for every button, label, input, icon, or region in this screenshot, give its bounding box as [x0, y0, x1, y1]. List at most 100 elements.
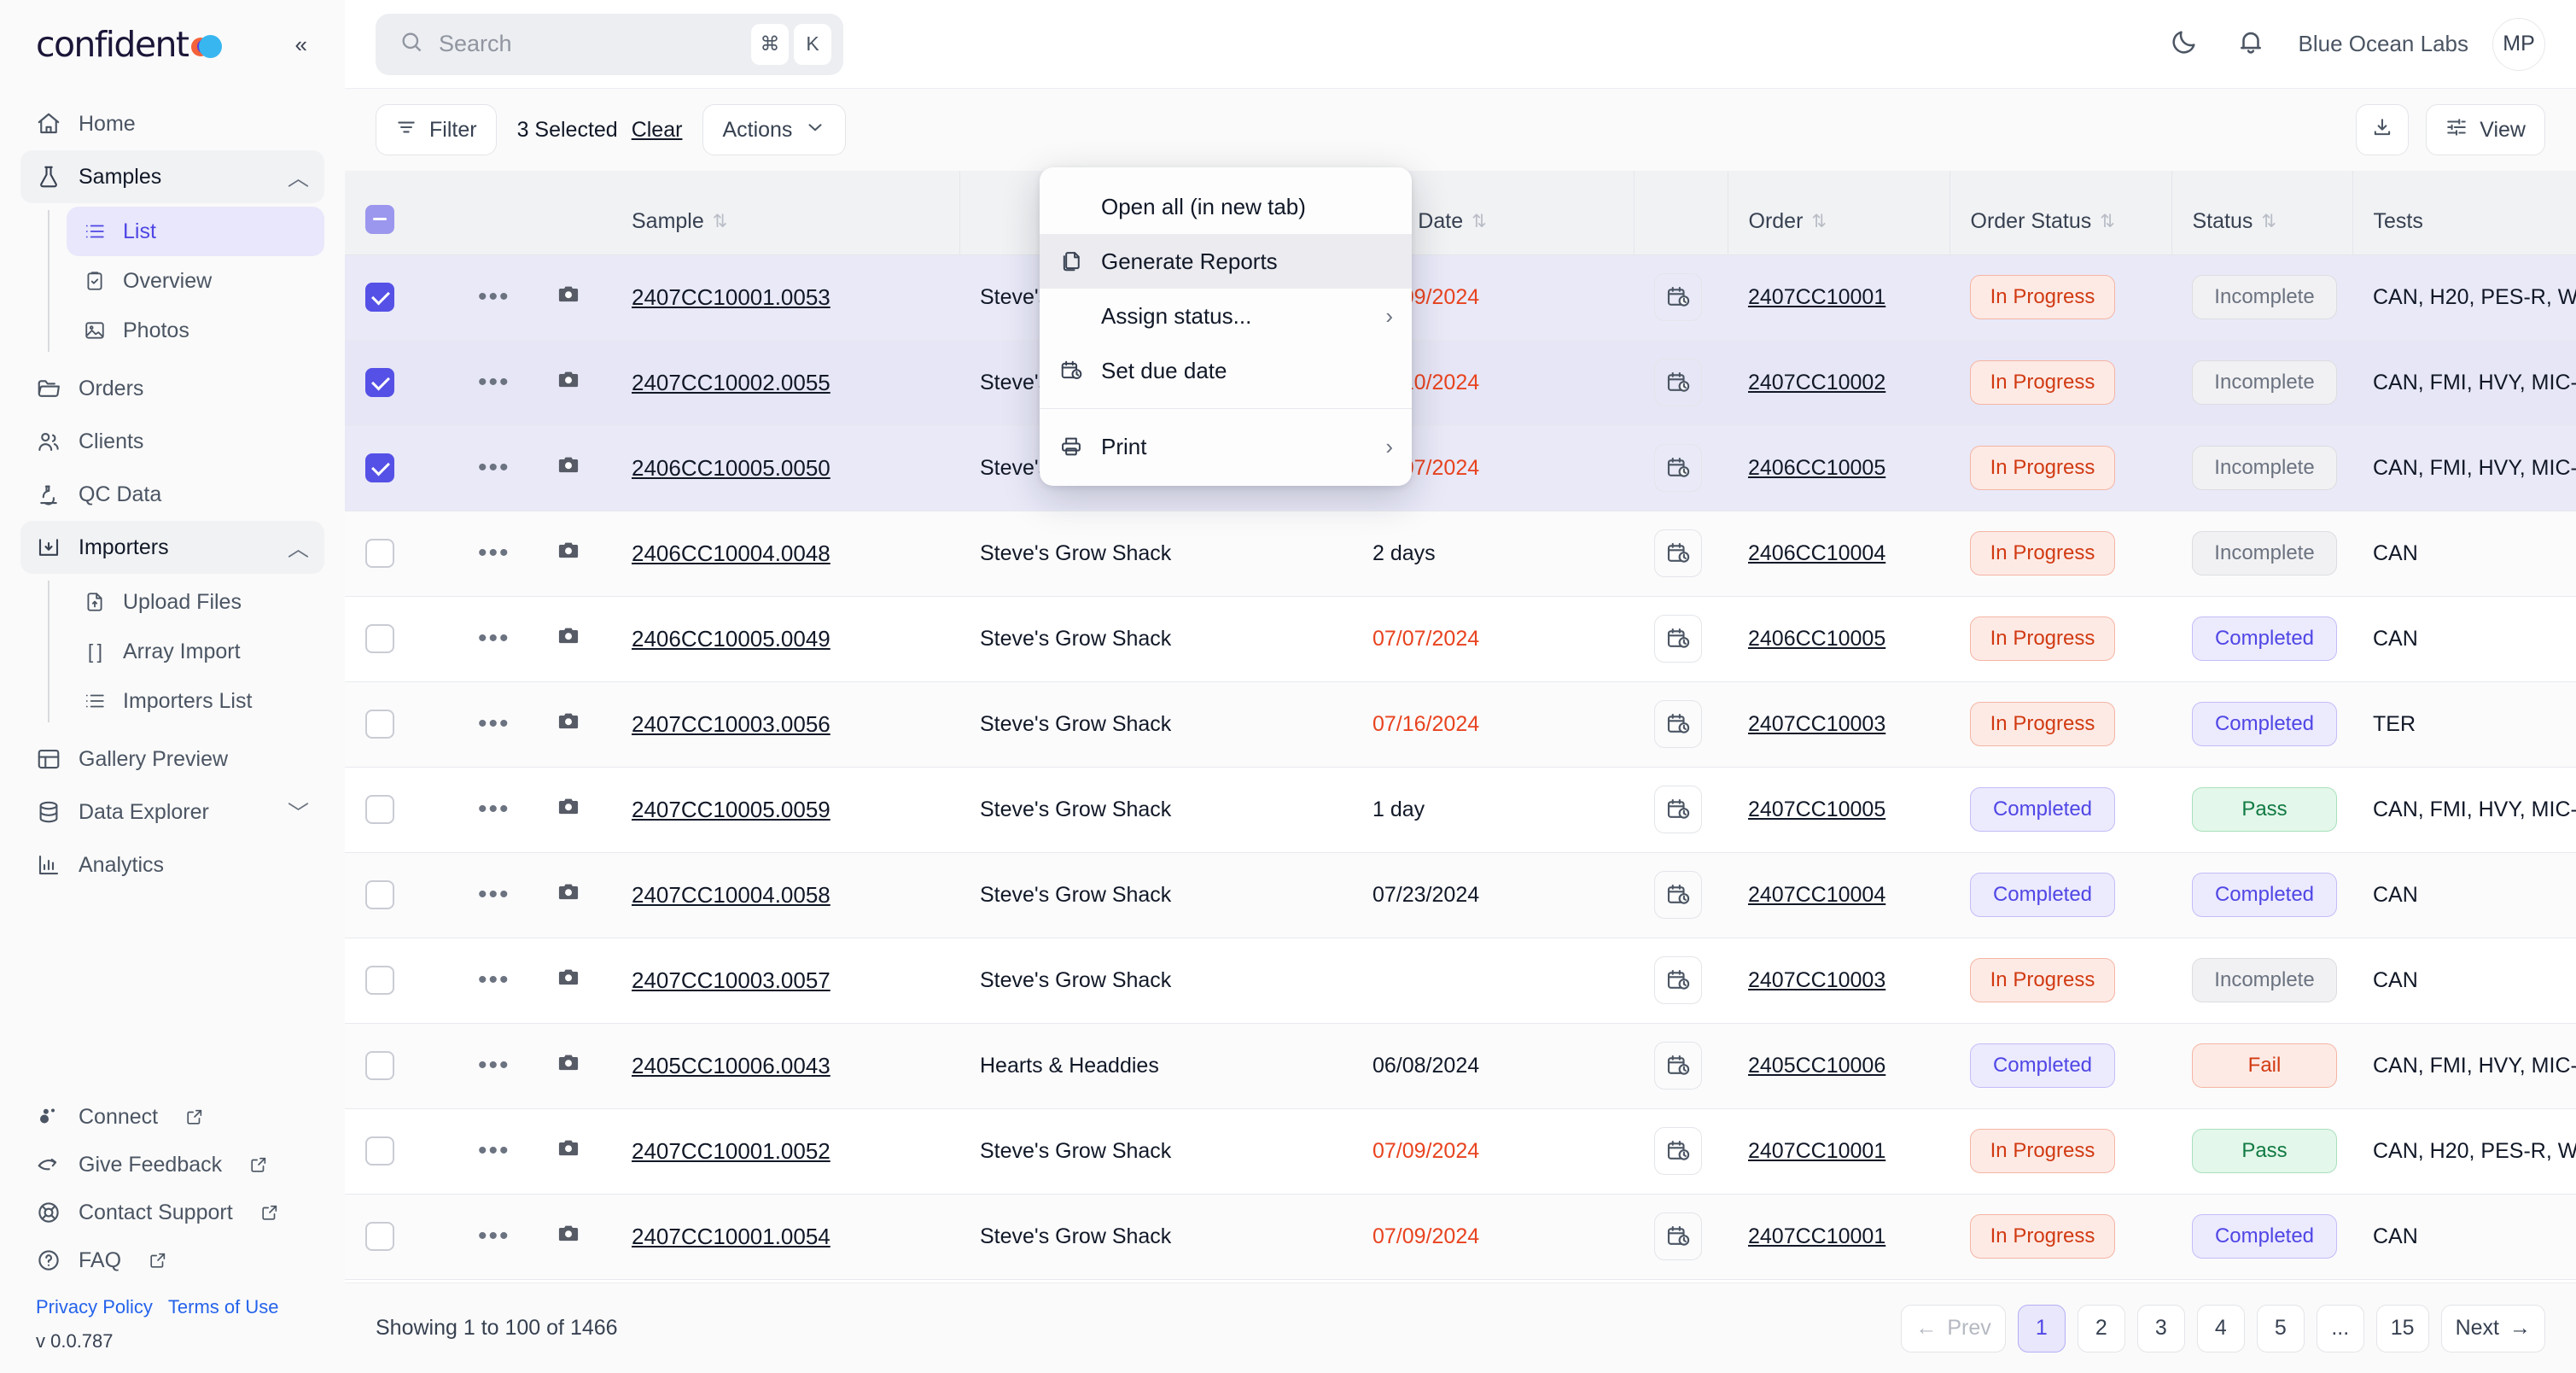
sample-link[interactable]: 2407CC10002.0055: [632, 370, 830, 395]
row-menu-icon[interactable]: •••: [478, 1222, 510, 1250]
row-checkbox[interactable]: [365, 1136, 394, 1166]
table-row[interactable]: ••• 2407CC10003.0056 Steve's Grow Shack …: [345, 681, 2576, 768]
camera-icon[interactable]: [555, 713, 582, 739]
row-checkbox[interactable]: [365, 710, 394, 739]
sort-icon[interactable]: ⇅: [2261, 211, 2276, 232]
camera-icon[interactable]: [555, 969, 582, 995]
dark-mode-toggle[interactable]: [2165, 26, 2203, 63]
set-due-date-icon[interactable]: [1654, 529, 1702, 577]
sample-link[interactable]: 2407CC10003.0056: [632, 711, 830, 737]
sample-link[interactable]: 2407CC10005.0059: [632, 797, 830, 822]
menu-item-set-due-date[interactable]: Set due date: [1040, 343, 1412, 398]
sidebar-item-photos[interactable]: Photos: [67, 306, 324, 355]
row-checkbox[interactable]: [365, 283, 394, 312]
row-menu-icon[interactable]: •••: [478, 539, 510, 567]
order-link[interactable]: 2406CC10004: [1748, 541, 1885, 565]
order-link[interactable]: 2407CC10001: [1748, 1224, 1885, 1248]
sidebar-item-samples[interactable]: Samples ︿: [20, 150, 324, 203]
order-link[interactable]: 2407CC10001: [1748, 1139, 1885, 1163]
filter-button[interactable]: Filter: [376, 104, 497, 155]
order-link[interactable]: 2407CC10005: [1748, 798, 1885, 821]
sample-link[interactable]: 2406CC10004.0048: [632, 540, 830, 566]
view-options-button[interactable]: View: [2426, 104, 2545, 155]
samples-table-container[interactable]: Sample ⇅ Due Date ⇅ Order ⇅ Order Status ⇅: [345, 171, 2576, 1282]
row-checkbox[interactable]: [365, 1051, 394, 1080]
order-link[interactable]: 2407CC10003: [1748, 712, 1885, 736]
row-menu-icon[interactable]: •••: [478, 795, 510, 823]
menu-item-assign-status[interactable]: Assign status... ›: [1040, 289, 1412, 343]
set-due-date-icon[interactable]: [1654, 1212, 1702, 1260]
row-menu-icon[interactable]: •••: [478, 966, 510, 994]
set-due-date-icon[interactable]: [1654, 273, 1702, 321]
row-checkbox[interactable]: [365, 880, 394, 909]
search-input[interactable]: Search ⌘ K: [376, 13, 843, 75]
row-checkbox[interactable]: [365, 966, 394, 995]
table-row[interactable]: ••• 2407CC10002.0055 Steve's Grow Shack …: [345, 340, 2576, 426]
terms-of-use-link[interactable]: Terms of Use: [168, 1296, 279, 1318]
notifications-button[interactable]: [2232, 26, 2270, 63]
sort-icon[interactable]: ⇅: [1472, 211, 1487, 232]
row-menu-icon[interactable]: •••: [478, 1136, 510, 1165]
row-menu-icon[interactable]: •••: [478, 880, 510, 909]
menu-item-open-all-in-new-tab[interactable]: Open all (in new tab): [1040, 179, 1412, 234]
row-checkbox[interactable]: [365, 368, 394, 397]
order-link[interactable]: 2407CC10001: [1748, 285, 1885, 309]
pagination-prev[interactable]: ← Prev: [1901, 1304, 2006, 1353]
sidebar-item-home[interactable]: Home: [20, 97, 324, 150]
order-link[interactable]: 2407CC10004: [1748, 883, 1885, 907]
sidebar-item-clients[interactable]: Clients: [20, 415, 324, 468]
camera-icon[interactable]: [555, 1055, 582, 1080]
chevron-up-icon[interactable]: ︿: [288, 532, 309, 563]
table-row[interactable]: ••• 2407CC10003.0057 Steve's Grow Shack …: [345, 938, 2576, 1024]
th-sample[interactable]: Sample ⇅: [611, 171, 960, 255]
set-due-date-icon[interactable]: [1654, 615, 1702, 663]
sample-link[interactable]: 2406CC10005.0049: [632, 626, 830, 651]
sidebar-item-importers-list[interactable]: Importers List: [67, 676, 324, 726]
sidebar-item-gallery-preview[interactable]: Gallery Preview: [20, 733, 324, 786]
order-link[interactable]: 2406CC10005: [1748, 627, 1885, 651]
set-due-date-icon[interactable]: [1654, 871, 1702, 919]
sidebar-item-orders[interactable]: Orders: [20, 362, 324, 415]
sidebar-item-give-feedback[interactable]: Give Feedback: [20, 1141, 324, 1189]
camera-icon[interactable]: [555, 371, 582, 397]
sidebar-item-importers[interactable]: Importers ︿: [20, 521, 324, 574]
sample-link[interactable]: 2405CC10006.0043: [632, 1053, 830, 1078]
row-menu-icon[interactable]: •••: [478, 368, 510, 396]
table-row[interactable]: ••• 2406CC10004.0048 Steve's Grow Shack …: [345, 511, 2576, 597]
sidebar-item-overview[interactable]: Overview: [67, 256, 324, 306]
sort-icon[interactable]: ⇅: [713, 211, 728, 232]
actions-button[interactable]: Actions: [702, 104, 847, 155]
order-link[interactable]: 2405CC10006: [1748, 1054, 1885, 1078]
collapse-sidebar-icon[interactable]: «: [290, 28, 312, 61]
menu-item-print[interactable]: Print ›: [1040, 419, 1412, 474]
row-menu-icon[interactable]: •••: [478, 453, 510, 482]
camera-icon[interactable]: [555, 286, 582, 312]
row-checkbox[interactable]: [365, 539, 394, 568]
sample-link[interactable]: 2407CC10004.0058: [632, 882, 830, 908]
sidebar-item-analytics[interactable]: Analytics: [20, 838, 324, 891]
sort-icon[interactable]: ⇅: [2100, 211, 2115, 232]
th-order-status[interactable]: Order Status ⇅: [1949, 171, 2172, 255]
row-checkbox[interactable]: [365, 795, 394, 824]
set-due-date-icon[interactable]: [1654, 956, 1702, 1004]
set-due-date-icon[interactable]: [1654, 1042, 1702, 1090]
camera-icon[interactable]: [555, 1140, 582, 1166]
order-link[interactable]: 2407CC10002: [1748, 371, 1885, 394]
set-due-date-icon[interactable]: [1654, 786, 1702, 833]
row-menu-icon[interactable]: •••: [478, 1051, 510, 1079]
row-checkbox[interactable]: [365, 624, 394, 653]
camera-icon[interactable]: [555, 884, 582, 909]
set-due-date-icon[interactable]: [1654, 1127, 1702, 1175]
camera-icon[interactable]: [555, 798, 582, 824]
pagination-page-3[interactable]: 3: [2136, 1304, 2185, 1353]
download-button[interactable]: [2356, 104, 2410, 155]
app-logo[interactable]: confident: [36, 24, 290, 65]
sidebar-item-faq[interactable]: FAQ: [20, 1236, 324, 1284]
actions-dropdown-menu[interactable]: Open all (in new tab) Generate Reports Ass…: [1040, 167, 1412, 486]
sidebar-item-upload-files[interactable]: Upload Files: [67, 577, 324, 627]
th-order[interactable]: Order ⇅: [1728, 171, 1950, 255]
sidebar-item-list[interactable]: List: [67, 207, 324, 256]
table-row[interactable]: ••• 2406CC10005.0050 Steve's Grow Shack …: [345, 425, 2576, 511]
set-due-date-icon[interactable]: [1654, 359, 1702, 406]
pagination-page-2[interactable]: 2: [2077, 1304, 2125, 1353]
